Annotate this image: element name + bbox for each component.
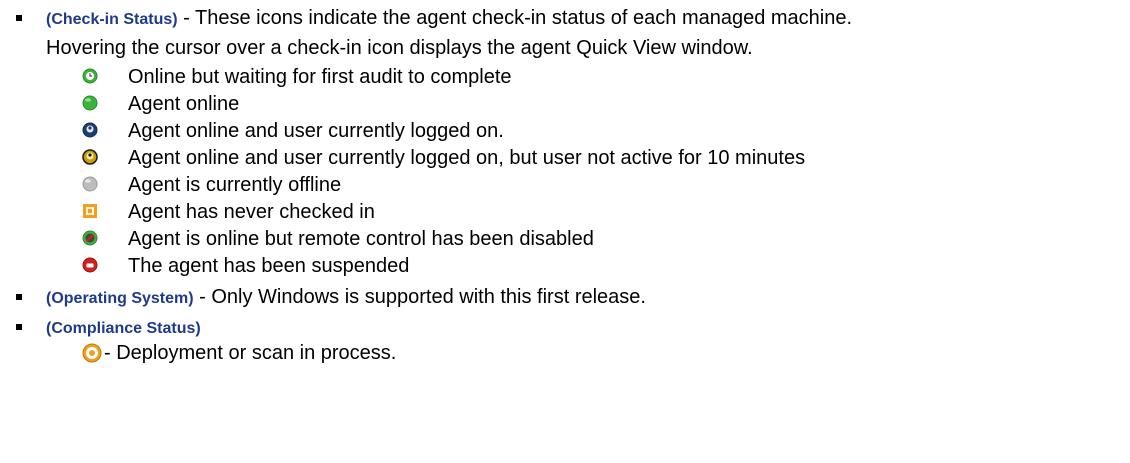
user-inactive-icon [82,149,98,165]
checkin-item-label: Agent is currently offline [128,174,342,196]
checkin-item-label: Agent has never checked in [128,201,375,223]
checkin-status-label: (Check-in Status) [46,11,178,28]
bullet-checkin [16,15,22,21]
bullet-compliance [16,324,22,330]
checkin-status-description: - These icons indicate the agent check-i… [177,7,853,29]
deployment-in-process-icon [82,343,102,363]
compliance-status-label: (Compliance Status) [46,320,201,337]
checkin-item-label: The agent has been suspended [128,255,410,277]
checkin-item-label: Agent online [128,93,240,115]
operating-system-label: (Operating System) [46,290,194,307]
os-line: (Operating System) - Only Windows is sup… [46,285,646,311]
user-logged-on-icon [82,122,98,138]
agent-offline-icon [82,176,98,192]
checkin-header-line: (Check-in Status) - These icons indicate… [46,6,852,32]
checkin-item-label: Online but waiting for first audit to co… [128,66,512,88]
compliance-item-label: - Deployment or scan in process. [104,342,397,364]
checkin-description-line2: Hovering the cursor over a check-in icon… [46,37,753,59]
bullet-os [16,294,22,300]
checkin-item-label: Agent online and user currently logged o… [128,147,806,169]
checkin-item-label: Agent is online but remote control has b… [128,228,594,250]
remote-control-disabled-icon [82,230,98,246]
never-checked-in-icon [82,203,98,219]
checkin-item-label: Agent online and user currently logged o… [128,120,504,142]
agent-online-icon [82,95,98,111]
operating-system-description: - Only Windows is supported with this fi… [193,286,646,308]
online-waiting-audit-icon [82,68,98,84]
compliance-line: (Compliance Status) [46,315,201,341]
agent-suspended-icon [82,257,98,273]
